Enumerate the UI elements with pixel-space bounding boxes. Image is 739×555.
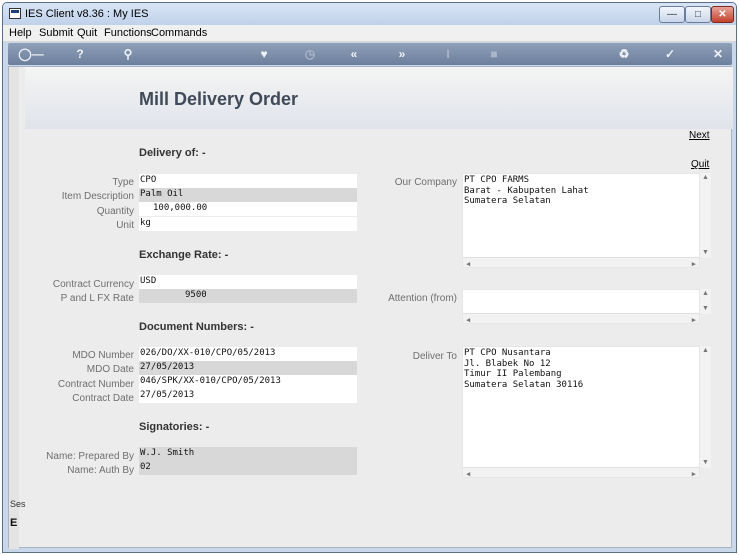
auth-by-field[interactable]: 02 — [139, 461, 357, 475]
menu-commands[interactable]: Commands — [151, 27, 207, 39]
mdo-number-field[interactable]: 026/DO/XX-010/CPO/05/2013 — [139, 347, 357, 361]
our-company-memo[interactable]: PT CPO FARMS Barat - Kabupaten Lahat Sum… — [462, 173, 700, 268]
heart-icon[interactable]: ♥ — [254, 46, 274, 62]
our-company-label: Our Company — [394, 177, 457, 188]
scroll-right-icon[interactable]: ▶ — [692, 315, 696, 326]
section-delivery: Delivery of: - — [139, 147, 206, 159]
contract-date-field[interactable]: 27/05/2013 — [139, 389, 357, 403]
app-window: IES Client v8.36 : My IES — □ ✕ Help Sub… — [2, 2, 737, 553]
text-cursor-icon[interactable]: I — [438, 46, 458, 62]
contract-date-label: Contract Date — [72, 393, 134, 404]
menu-help[interactable]: Help — [9, 27, 32, 39]
scroll-down-icon[interactable]: ▼ — [702, 249, 709, 256]
header-banner — [25, 67, 733, 129]
mdo-date-label: MDO Date — [86, 364, 134, 375]
session-label: Ses — [10, 499, 26, 509]
scroll-left-icon[interactable]: ◀ — [466, 315, 470, 326]
minimize-button[interactable]: — — [659, 6, 685, 23]
deliver-to-memo[interactable]: PT CPO Nusantara Jl. Blabek No 12 Timur … — [462, 346, 700, 478]
fast-forward-icon[interactable]: » — [392, 46, 412, 62]
deliver-to-text: PT CPO Nusantara Jl. Blabek No 12 Timur … — [464, 348, 584, 390]
mdo-date-field[interactable]: 27/05/2013 — [139, 361, 357, 375]
window-title: IES Client v8.36 : My IES — [25, 8, 149, 20]
clock-icon[interactable]: ◷ — [300, 46, 320, 62]
page-title: Mill Delivery Order — [139, 89, 299, 109]
menu-quit[interactable]: Quit — [77, 27, 97, 39]
deliver-to-label: Deliver To — [412, 351, 457, 362]
scroll-left-icon[interactable]: ◀ — [466, 259, 470, 270]
menu-functions[interactable]: Functions — [104, 27, 152, 39]
quit-link[interactable]: Quit — [691, 159, 709, 170]
scroll-up-icon[interactable]: ▲ — [702, 290, 709, 297]
attention-vscroll[interactable]: ▲ ▼ — [700, 289, 711, 314]
key-icon[interactable]: ◯— — [18, 46, 44, 62]
close-window-button[interactable]: ✕ — [711, 6, 734, 23]
toolbar: ◯— ? ⚲ ♥ ◷ « » I ■ ♻ ✓ ✕ — [8, 43, 732, 65]
scroll-right-icon[interactable]: ▶ — [692, 469, 696, 480]
our-company-vscroll[interactable]: ▲ ▼ — [700, 173, 711, 258]
type-label: Type — [112, 177, 134, 188]
prepared-by-label: Name: Prepared By — [46, 451, 134, 462]
deliver-to-hscroll[interactable]: ◀ ▶ — [463, 467, 699, 480]
maximize-button[interactable]: □ — [685, 6, 711, 23]
auth-by-label: Name: Auth By — [67, 465, 134, 476]
content-area: Mill Delivery Order Next Quit Delivery o… — [8, 66, 733, 549]
scroll-up-icon[interactable]: ▲ — [702, 347, 709, 354]
next-link[interactable]: Next — [689, 130, 710, 141]
search-icon[interactable]: ⚲ — [118, 46, 138, 62]
our-company-hscroll[interactable]: ◀ ▶ — [463, 257, 699, 270]
prepared-by-field[interactable]: W.J. Smith — [139, 447, 357, 461]
fx-rate-field[interactable]: 9500 — [139, 289, 357, 303]
mdo-number-label: MDO Number — [72, 350, 134, 361]
unit-field[interactable]: kg — [139, 217, 357, 231]
scroll-down-icon[interactable]: ▼ — [702, 459, 709, 466]
item-description-field[interactable]: Palm Oil — [139, 188, 357, 202]
type-field[interactable]: CPO — [139, 174, 357, 188]
scroll-left-icon[interactable]: ◀ — [466, 469, 470, 480]
session-glyph: E — [10, 517, 18, 529]
scroll-right-icon[interactable]: ▶ — [692, 259, 696, 270]
contract-currency-label: Contract Currency — [52, 279, 134, 290]
quantity-label: Quantity — [96, 206, 134, 217]
section-document-numbers: Document Numbers: - — [139, 321, 254, 333]
item-description-label: Item Description — [61, 191, 134, 202]
attention-hscroll[interactable]: ◀ ▶ — [463, 313, 699, 326]
section-signatories: Signatories: - — [139, 421, 210, 433]
contract-number-field[interactable]: 046/SPK/XX-010/CPO/05/2013 — [139, 375, 357, 389]
section-exchange-rate: Exchange Rate: - — [139, 249, 229, 261]
close-icon[interactable]: ✕ — [708, 46, 728, 62]
contract-number-label: Contract Number — [57, 379, 134, 390]
attention-memo[interactable]: ◀ ▶ — [462, 289, 700, 324]
contract-currency-field[interactable]: USD — [139, 275, 357, 289]
fx-rate-label: P and L FX Rate — [60, 293, 134, 304]
our-company-text: PT CPO FARMS Barat - Kabupaten Lahat Sum… — [464, 175, 589, 206]
title-bar: IES Client v8.36 : My IES — □ ✕ — [3, 3, 736, 25]
scroll-down-icon[interactable]: ▼ — [702, 305, 709, 312]
scroll-up-icon[interactable]: ▲ — [702, 174, 709, 181]
rewind-icon[interactable]: « — [344, 46, 364, 62]
side-panel — [9, 67, 19, 549]
deliver-to-vscroll[interactable]: ▲ ▼ — [700, 346, 711, 468]
check-icon[interactable]: ✓ — [660, 46, 680, 62]
help-icon[interactable]: ? — [70, 46, 90, 62]
recycle-icon[interactable]: ♻ — [614, 46, 634, 62]
quantity-field[interactable]: 100,000.00 — [139, 202, 357, 216]
stop-icon[interactable]: ■ — [484, 46, 504, 62]
attention-label: Attention (from) — [388, 293, 457, 304]
menu-bar: Help Submit Quit Functions Commands — [3, 25, 736, 42]
unit-label: Unit — [116, 220, 134, 231]
app-icon — [9, 8, 21, 19]
menu-submit[interactable]: Submit — [39, 27, 73, 39]
